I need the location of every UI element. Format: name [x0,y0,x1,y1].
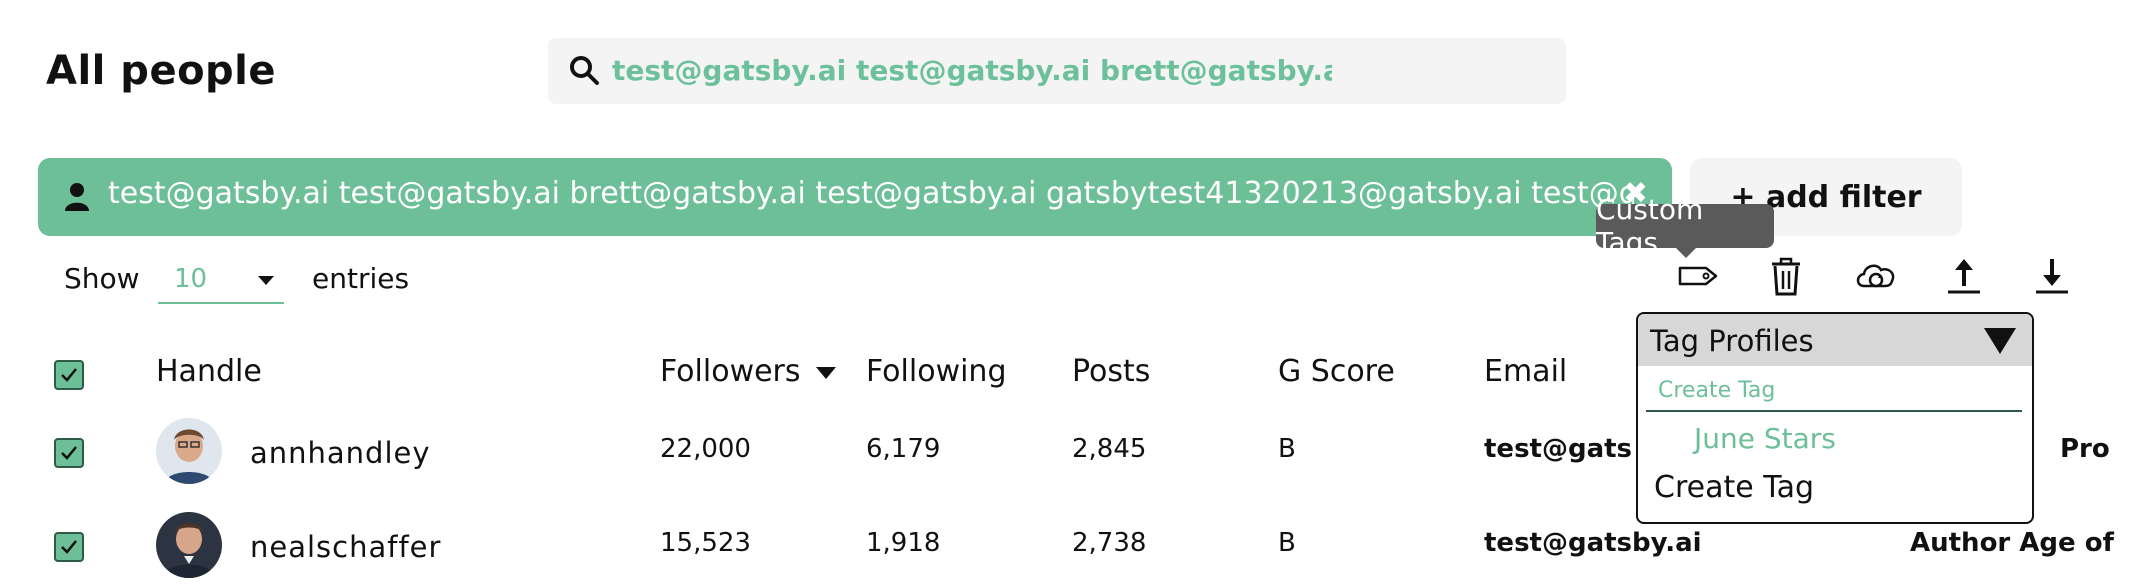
cloud-sync-icon[interactable] [1854,256,1898,296]
search-bar[interactable]: test@gatsby.ai test@gatsby.ai brett@gats… [548,38,1566,104]
column-handle[interactable]: Handle [156,354,262,389]
row-gscore: B [1278,434,1296,464]
row-posts: 2,738 [1072,528,1147,558]
active-filter-chip[interactable]: test@gatsby.ai test@gatsby.ai brett@gats… [38,158,1672,236]
row-posts: 2,845 [1072,434,1147,464]
show-label: Show [64,262,140,295]
create-tag-button[interactable]: Create Tag [1654,470,1814,505]
entries-select-value: 10 [174,264,208,294]
row-handle[interactable]: annhandley [250,436,431,470]
checkbox-icon [61,368,77,382]
row-extra: Author Age of [1910,528,2114,558]
triangle-down-icon [1984,328,2016,354]
page-title: All people [46,48,277,94]
row-checkbox[interactable] [54,532,84,562]
search-icon [568,54,600,90]
avatar [156,418,222,484]
select-all-checkbox[interactable] [54,360,84,390]
entries-label: entries [312,262,410,295]
row-email: test@gatsby.ai [1484,434,1634,464]
person-icon [64,182,90,216]
row-following: 1,918 [866,528,941,558]
column-following[interactable]: Following [866,354,1007,389]
search-input[interactable]: test@gatsby.ai test@gatsby.ai brett@gats… [612,54,1332,87]
dropdown-title: Tag Profiles [1650,324,1814,358]
column-followers[interactable]: Followers [660,354,837,389]
sort-desc-icon [816,366,837,379]
tag-profiles-dropdown[interactable]: Tag Profiles Create Tag June Stars Creat… [1636,312,2034,524]
column-followers-label: Followers [660,354,801,389]
row-extra: Pro [2060,434,2110,464]
row-followers: 22,000 [660,434,751,464]
row-followers: 15,523 [660,528,751,558]
download-icon[interactable] [2030,256,2074,296]
row-gscore: B [1278,528,1296,558]
row-email: test@gatsby.ai [1484,528,1702,558]
input-underline [1646,410,2022,412]
column-posts[interactable]: Posts [1072,354,1150,389]
custom-tags-tooltip: Custom Tags [1596,193,1774,259]
chevron-down-icon [258,276,274,285]
checkbox-icon [61,446,77,460]
dropdown-header[interactable]: Tag Profiles [1638,314,2032,366]
row-checkbox[interactable] [54,438,84,468]
checkbox-icon [61,540,77,554]
create-tag-input[interactable]: Create Tag [1658,378,1775,403]
tag-icon[interactable] [1676,256,1720,296]
trash-icon[interactable] [1764,256,1808,296]
tag-option[interactable]: June Stars [1694,422,1836,455]
row-following: 6,179 [866,434,941,464]
entries-select[interactable]: 10 [158,258,284,304]
filter-values: test@gatsby.ai test@gatsby.ai brett@gats… [108,176,1634,211]
row-handle[interactable]: nealschaffer [250,530,441,564]
column-gscore[interactable]: G Score [1278,354,1395,389]
upload-icon[interactable] [1942,256,1986,296]
avatar [156,512,222,578]
column-email[interactable]: Email [1484,354,1567,389]
